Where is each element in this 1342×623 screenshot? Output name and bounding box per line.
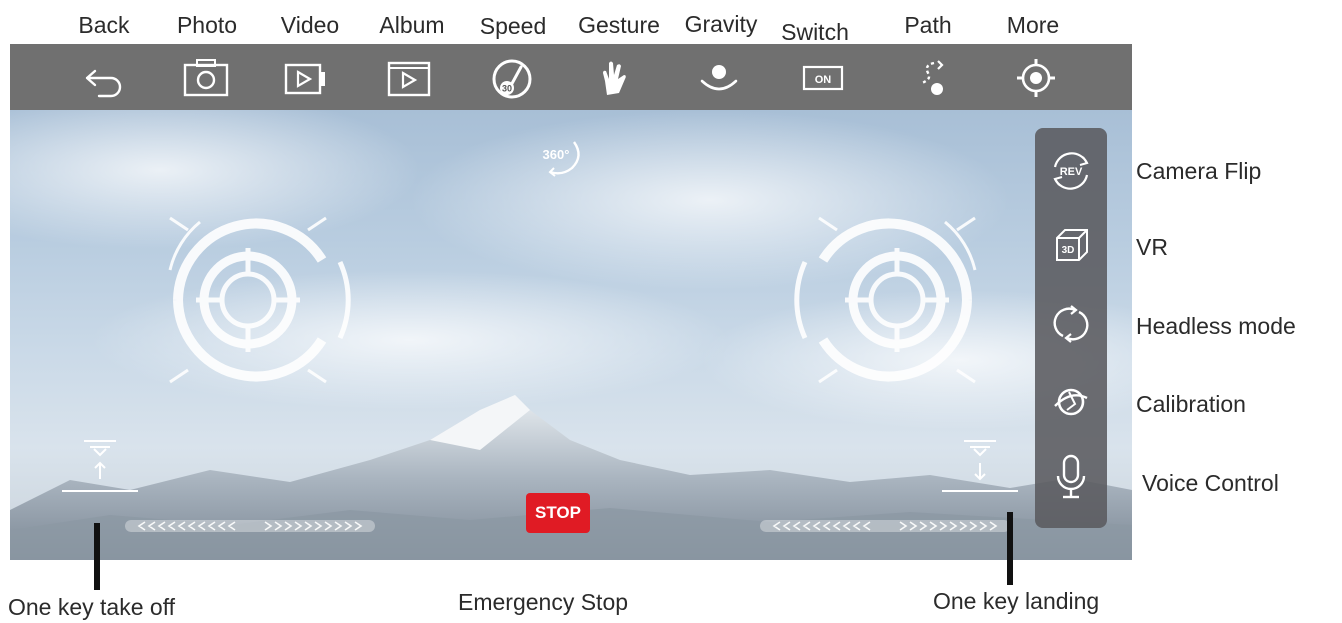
switch-value: ON [815, 74, 832, 86]
switch-on-icon[interactable]: ON [798, 55, 848, 101]
label-voice-control: Voice Control [1142, 470, 1279, 496]
vr-3d-label: 3D [1062, 245, 1075, 256]
rev-icon[interactable]: REV [1045, 145, 1097, 197]
label-video: Video [280, 12, 340, 38]
emergency-stop-button[interactable]: STOP [526, 493, 590, 533]
rotate-360-label: 360° [543, 147, 570, 162]
landing-pointer-line [1007, 512, 1013, 585]
label-one-key-landing: One key landing [933, 588, 1100, 614]
hand-gesture-icon[interactable] [589, 55, 639, 101]
takeoff-icon[interactable] [60, 435, 140, 495]
label-more: More [1006, 12, 1060, 38]
headless-icon[interactable] [1045, 298, 1097, 350]
microphone-icon[interactable] [1045, 452, 1097, 504]
label-switch: Switch [781, 19, 849, 45]
cube-3d-icon[interactable]: 3D [1045, 220, 1097, 272]
label-path: Path [904, 12, 952, 38]
label-gravity: Gravity [684, 11, 758, 37]
takeoff-pointer-line [94, 523, 100, 590]
app-toolbar [10, 44, 1132, 110]
label-back: Back [78, 12, 130, 38]
landing-icon[interactable] [940, 435, 1020, 495]
label-camera-flip: Camera Flip [1136, 158, 1262, 184]
left-trim-slider[interactable] [125, 518, 375, 534]
right-joystick[interactable] [775, 200, 1005, 400]
right-trim-slider[interactable] [760, 518, 1010, 534]
rev-label: REV [1060, 166, 1083, 178]
label-emergency-stop: Emergency Stop [458, 589, 629, 615]
rotate-360-icon[interactable]: 360° [532, 132, 592, 182]
label-one-key-takeoff: One key take off [8, 594, 176, 620]
label-speed: Speed [479, 13, 547, 39]
left-joystick[interactable] [140, 200, 370, 400]
camera-icon[interactable] [181, 55, 231, 101]
label-vr: VR [1136, 234, 1168, 260]
speed-gauge-icon[interactable]: 30 [487, 55, 537, 101]
gear-icon[interactable] [1011, 55, 1061, 101]
label-photo: Photo [176, 12, 238, 38]
calibration-icon[interactable] [1045, 376, 1097, 428]
video-icon[interactable] [282, 55, 332, 101]
label-album: Album [379, 12, 445, 38]
album-icon[interactable] [384, 55, 434, 101]
back-icon[interactable] [81, 55, 131, 101]
gravity-icon[interactable] [694, 55, 744, 101]
label-calibration: Calibration [1136, 391, 1246, 417]
path-icon[interactable] [906, 55, 956, 101]
label-headless-mode: Headless mode [1136, 313, 1296, 339]
label-gesture: Gesture [578, 12, 660, 38]
speed-value: 30 [502, 84, 512, 94]
